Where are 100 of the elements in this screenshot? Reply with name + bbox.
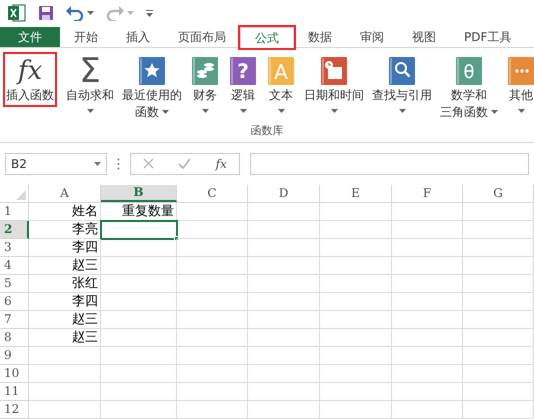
table-cell[interactable] [248, 292, 320, 311]
table-cell[interactable] [320, 382, 392, 401]
ribbon-tab[interactable]: 视图 [398, 26, 450, 47]
table-cell[interactable] [248, 346, 320, 365]
row-header[interactable]: 9 [0, 346, 29, 365]
table-cell[interactable] [177, 220, 248, 239]
table-cell[interactable] [101, 220, 177, 239]
table-cell[interactable] [463, 382, 534, 401]
table-cell[interactable] [248, 238, 320, 257]
name-box[interactable]: B2 [5, 152, 107, 175]
table-cell[interactable] [320, 256, 392, 275]
table-cell[interactable] [177, 382, 248, 401]
formula-input-field[interactable] [250, 152, 529, 175]
table-cell[interactable] [248, 400, 320, 419]
row-header[interactable]: 12 [0, 400, 29, 419]
table-cell[interactable] [101, 310, 177, 329]
table-cell[interactable] [320, 346, 392, 365]
table-cell[interactable] [463, 256, 534, 275]
table-cell[interactable] [101, 346, 177, 365]
table-cell[interactable] [392, 220, 463, 239]
row-header[interactable]: 10 [0, 364, 29, 383]
table-cell[interactable]: 姓名 [29, 202, 101, 221]
ribbon-button[interactable]: 财务 [188, 52, 222, 120]
table-cell[interactable] [392, 310, 463, 329]
table-cell[interactable] [248, 364, 320, 383]
table-cell[interactable]: 赵三 [29, 256, 101, 275]
table-cell[interactable]: 李四 [29, 238, 101, 257]
undo-icon[interactable] [66, 5, 84, 22]
ribbon-tab[interactable]: 审阅 [346, 26, 398, 47]
table-cell[interactable]: 李亮 [29, 220, 101, 239]
table-cell[interactable] [392, 256, 463, 275]
row-header[interactable]: 8 [0, 328, 29, 347]
table-cell[interactable] [29, 346, 101, 365]
table-cell[interactable]: 赵三 [29, 310, 101, 329]
table-cell[interactable] [101, 382, 177, 401]
ribbon-tab[interactable]: 页面布局 [164, 26, 240, 47]
table-cell[interactable] [392, 382, 463, 401]
table-cell[interactable] [177, 346, 248, 365]
table-cell[interactable] [177, 256, 248, 275]
ribbon-button[interactable]: ? 逻辑 [226, 52, 260, 120]
table-cell[interactable] [392, 202, 463, 221]
ribbon-tab[interactable]: 插入 [112, 26, 164, 47]
table-cell[interactable] [463, 346, 534, 365]
row-header[interactable]: 2 [0, 220, 29, 239]
table-cell[interactable] [177, 364, 248, 383]
table-cell[interactable] [101, 328, 177, 347]
table-cell[interactable] [177, 400, 248, 419]
ribbon-tab[interactable]: 公式 [240, 26, 294, 48]
table-cell[interactable]: 重复数量 [101, 202, 177, 221]
table-cell[interactable] [320, 310, 392, 329]
table-cell[interactable] [392, 346, 463, 365]
table-cell[interactable] [248, 256, 320, 275]
check-icon[interactable] [178, 158, 192, 170]
table-cell[interactable] [392, 400, 463, 419]
table-cell[interactable] [29, 400, 101, 419]
row-header[interactable]: 3 [0, 238, 29, 257]
table-cell[interactable] [248, 220, 320, 239]
table-cell[interactable] [320, 202, 392, 221]
ribbon-tab[interactable]: PDF工具 [450, 26, 526, 47]
table-cell[interactable] [320, 328, 392, 347]
ribbon-tab[interactable]: 开始 [60, 26, 112, 47]
table-cell[interactable] [392, 364, 463, 383]
column-header[interactable]: E [320, 184, 392, 202]
ribbon-button[interactable]: 查找与引用 [370, 52, 434, 120]
table-cell[interactable] [101, 400, 177, 419]
table-cell[interactable] [101, 364, 177, 383]
table-cell[interactable] [177, 328, 248, 347]
table-cell[interactable]: 赵三 [29, 328, 101, 347]
ribbon-button[interactable]: A 文本 [264, 52, 298, 120]
table-cell[interactable] [463, 292, 534, 311]
table-cell[interactable] [177, 292, 248, 311]
table-cell[interactable] [392, 328, 463, 347]
table-cell[interactable] [29, 382, 101, 401]
customize-toolbar-icon[interactable] [146, 10, 153, 17]
table-cell[interactable] [463, 238, 534, 257]
table-cell[interactable] [320, 274, 392, 293]
table-cell[interactable] [392, 292, 463, 311]
table-cell[interactable] [101, 274, 177, 293]
table-cell[interactable] [463, 274, 534, 293]
ribbon-tab[interactable]: 数据 [294, 26, 346, 47]
table-cell[interactable] [248, 328, 320, 347]
table-cell[interactable] [101, 256, 177, 275]
spreadsheet-logo-icon[interactable] [8, 4, 26, 22]
column-header[interactable]: C [177, 184, 248, 202]
table-cell[interactable] [392, 274, 463, 293]
ribbon-button[interactable]: 其他 [504, 52, 534, 120]
table-cell[interactable] [392, 238, 463, 257]
row-header[interactable]: 7 [0, 310, 29, 329]
table-cell[interactable] [248, 274, 320, 293]
table-cell[interactable] [320, 220, 392, 239]
row-header[interactable]: 5 [0, 274, 29, 293]
table-cell[interactable] [463, 220, 534, 239]
table-cell[interactable] [177, 238, 248, 257]
table-cell[interactable] [320, 238, 392, 257]
column-header[interactable]: F [392, 184, 463, 202]
table-cell[interactable] [248, 382, 320, 401]
table-cell[interactable] [463, 310, 534, 329]
ribbon-button[interactable]: θ 数学和 三角函数 [438, 52, 500, 123]
table-cell[interactable] [320, 292, 392, 311]
table-cell[interactable] [177, 310, 248, 329]
